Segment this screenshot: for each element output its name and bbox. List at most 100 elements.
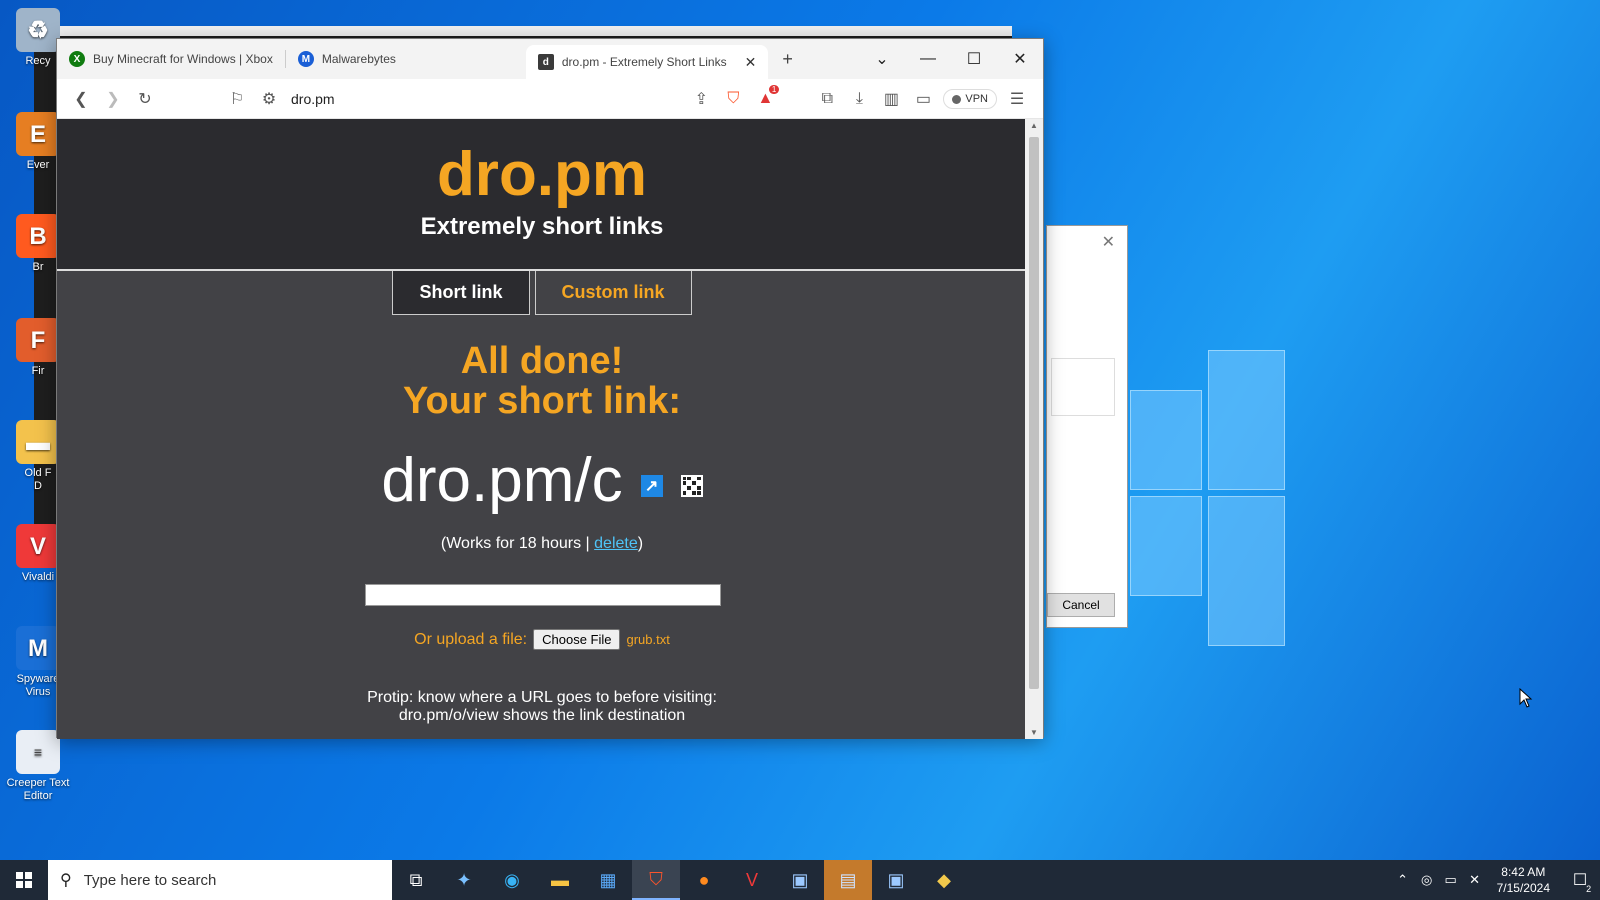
protip: Protip: know where a URL goes to before … [57, 689, 1027, 725]
dialog-field [1051, 358, 1115, 416]
brave-rewards-icon[interactable]: ▲ 1 [749, 83, 781, 115]
python-icon[interactable]: ◆ [920, 860, 968, 900]
tab-label: dro.pm - Extremely Short Links [561, 55, 727, 69]
scroll-down-icon[interactable]: ▼ [1025, 728, 1043, 737]
file-explorer-icon[interactable]: ▬ [536, 860, 584, 900]
xbox-icon: X [69, 51, 85, 67]
chevron-up-icon[interactable]: ⌃ [1391, 872, 1415, 888]
task-view-icon[interactable]: ⧉ [392, 860, 440, 900]
forward-icon[interactable]: ❯ [97, 83, 129, 115]
desktop-icon-creeper-text-editor[interactable]: ≡ Creeper Text Editor [0, 730, 76, 803]
dropm-icon: d [537, 54, 554, 70]
tab-custom-link[interactable]: Custom link [534, 271, 692, 315]
desktop-icon-label: Recy [25, 55, 51, 67]
back-icon[interactable]: ❮ [65, 83, 97, 115]
vpn-button[interactable]: VPN [943, 89, 997, 109]
extensions-icon[interactable]: ⧉ [811, 83, 843, 115]
firefox-taskbar-icon[interactable]: ● [680, 860, 728, 900]
tab-dropm[interactable]: d dro.pm - Extremely Short Links ✕ [525, 45, 769, 79]
vivaldi-taskbar-icon[interactable]: V [728, 860, 776, 900]
page-content: dro.pm Extremely short links Short link … [57, 119, 1027, 739]
share-icon[interactable]: ⇪ [685, 83, 717, 115]
vivaldi-icon: V [16, 524, 60, 568]
app-icon-2[interactable]: ▤ [824, 860, 872, 900]
browser-window: X Buy Minecraft for Windows | Xbox M Mal… [56, 38, 1044, 739]
bookmark-icon[interactable]: ⚐ [221, 83, 253, 115]
expiry-suffix: ) [637, 535, 644, 552]
scrollbar-thumb[interactable] [1029, 137, 1039, 689]
brave-shields-icon[interactable]: ⛉ [717, 83, 749, 115]
window-controls: ⌄ — ☐ ✕ [859, 39, 1043, 79]
protip-line-2: dro.pm/o/view shows the link destination [398, 707, 686, 724]
expiry-text: (Works for 18 hours | delete) [57, 535, 1027, 553]
scroll-up-icon[interactable]: ▲ [1025, 121, 1043, 130]
search-placeholder: Type here to search [83, 871, 217, 889]
brave-taskbar-icon[interactable]: ⛉ [632, 860, 680, 900]
close-button[interactable]: ✕ [997, 49, 1043, 69]
app-icon-3[interactable]: ▣ [872, 860, 920, 900]
url-input[interactable] [365, 584, 721, 606]
minimize-button[interactable]: — [905, 50, 951, 68]
notification-center-icon[interactable]: ☐ 2 [1560, 860, 1600, 900]
system-tray: ⌃ ◎ ▭ ✕ 8:42 AM 7/15/2024 ☐ 2 [1391, 860, 1600, 900]
notification-count: 2 [1586, 884, 1592, 894]
clock-time: 8:42 AM [1501, 865, 1546, 879]
clock[interactable]: 8:42 AM 7/15/2024 [1497, 864, 1550, 896]
toolbar-right: ⇪ ⛉ ▲ 1 ⧉ ⤓ ▥ ▭ VPN ☰ [685, 83, 1033, 115]
volume-muted-icon[interactable]: ✕ [1463, 872, 1487, 888]
tab-minecraft[interactable]: X Buy Minecraft for Windows | Xbox [57, 44, 285, 74]
site-info-icon[interactable]: ⚙ [253, 83, 285, 115]
taskbar-search[interactable]: ⚲ Type here to search [48, 860, 392, 900]
menu-icon[interactable]: ☰ [1001, 83, 1033, 115]
desktop-icon-label: Spyware Virus [16, 673, 60, 698]
brave-icon: B [16, 214, 60, 258]
start-button[interactable] [0, 860, 48, 900]
store-icon[interactable]: ▦ [584, 860, 632, 900]
address-bar[interactable]: dro.pm [291, 91, 335, 107]
choose-file-button[interactable]: Choose File [533, 629, 621, 650]
download-icon[interactable]: ⤓ [843, 83, 875, 115]
meet-icon[interactable]: ◎ [1415, 872, 1439, 888]
desktop-icon-label: Fir [31, 365, 45, 377]
page-scrollbar[interactable]: ▲ ▼ [1025, 119, 1043, 739]
qr-code-icon[interactable] [680, 474, 703, 497]
dialog-cancel-button[interactable]: Cancel [1047, 593, 1115, 617]
taskbar: ⚲ Type here to search ⧉ ✦ ◉ ▬ ▦ ⛉ ● V ▣ … [0, 860, 1600, 900]
everything-icon: E [16, 112, 60, 156]
sidebar-icon[interactable]: ▥ [875, 83, 907, 115]
desktop-icon-label: Vivaldi [21, 571, 55, 583]
windows-icon [16, 872, 32, 888]
edge-icon[interactable]: ◉ [488, 860, 536, 900]
maximize-button[interactable]: ☐ [951, 49, 997, 69]
done-message: All done! Your short link: [57, 341, 1027, 421]
windows-logo-wallpaper [1130, 350, 1285, 650]
copilot-icon[interactable]: ✦ [440, 860, 488, 900]
taskbar-apps: ⧉ ✦ ◉ ▬ ▦ ⛉ ● V ▣ ▤ ▣ ◆ [392, 860, 968, 900]
recycle-bin-icon: ♻ [16, 8, 60, 52]
background-dialog: ✕ Cancel [1046, 225, 1128, 628]
site-subtitle: Extremely short links [420, 213, 664, 240]
browser-toolbar: ❮ ❯ ↻ ⚐ ⚙ dro.pm ⇪ ⛉ ▲ 1 ⧉ ⤓ ▥ ▭ VPN ☰ [57, 79, 1043, 119]
tab-short-link[interactable]: Short link [392, 271, 530, 315]
new-tab-button[interactable]: + [782, 49, 793, 70]
tab-menu-icon[interactable]: ⌄ [859, 49, 905, 69]
vpn-status-icon [952, 94, 962, 104]
malwarebytes-icon: M [297, 51, 314, 67]
short-link[interactable]: dro.pm/c [381, 445, 622, 516]
folder-icon: ▬ [16, 420, 60, 464]
done-line-1: All done! [460, 340, 624, 382]
tab-close-icon[interactable]: ✕ [745, 54, 757, 71]
delete-link[interactable]: delete [594, 535, 638, 552]
desktop-icon-label: Old F D [24, 467, 52, 492]
dialog-close-icon[interactable]: ✕ [1102, 232, 1115, 252]
network-icon[interactable]: ▭ [1439, 872, 1463, 888]
open-link-icon[interactable]: ↗ [640, 474, 663, 497]
selected-file-name: grub.txt [626, 632, 670, 647]
site-title: dro.pm [436, 140, 648, 209]
wallet-icon[interactable]: ▭ [907, 83, 939, 115]
app-icon-1[interactable]: ▣ [776, 860, 824, 900]
tab-malwarebytes[interactable]: M Malwarebytes [286, 44, 526, 74]
short-link-row: dro.pm/c ↗ [57, 445, 1027, 516]
reload-icon[interactable]: ↻ [129, 83, 161, 115]
tab-label: Malwarebytes [321, 52, 396, 66]
